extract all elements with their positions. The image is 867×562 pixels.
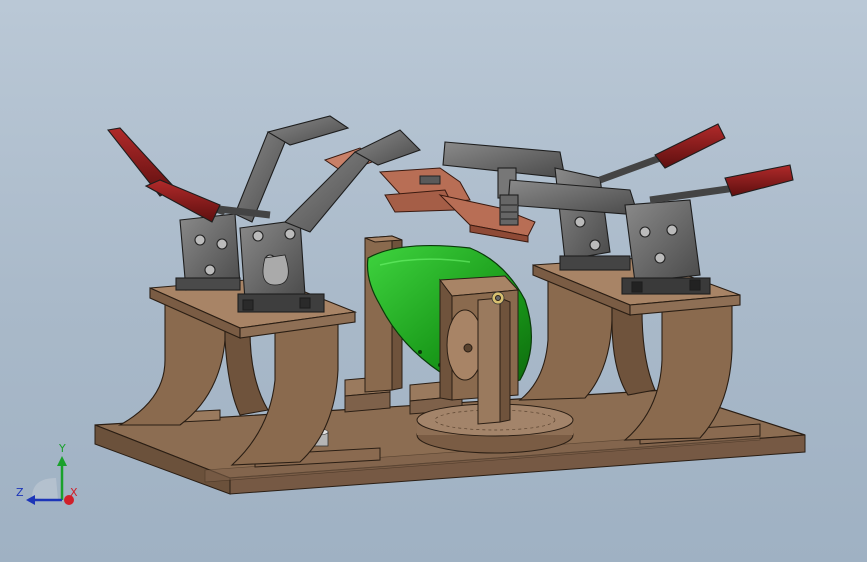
- triad-plane: [32, 478, 58, 500]
- z-axis-label: Z: [16, 486, 24, 499]
- z-axis-arrow-icon: [26, 495, 35, 505]
- orientation-triad[interactable]: Y Z X: [10, 438, 90, 514]
- x-axis-label: X: [70, 486, 78, 499]
- fixture-assembly-model[interactable]: [0, 0, 867, 562]
- cad-viewport[interactable]: Y Z X: [0, 0, 867, 562]
- y-axis-arrow-icon: [57, 456, 67, 466]
- y-axis-label: Y: [58, 442, 66, 455]
